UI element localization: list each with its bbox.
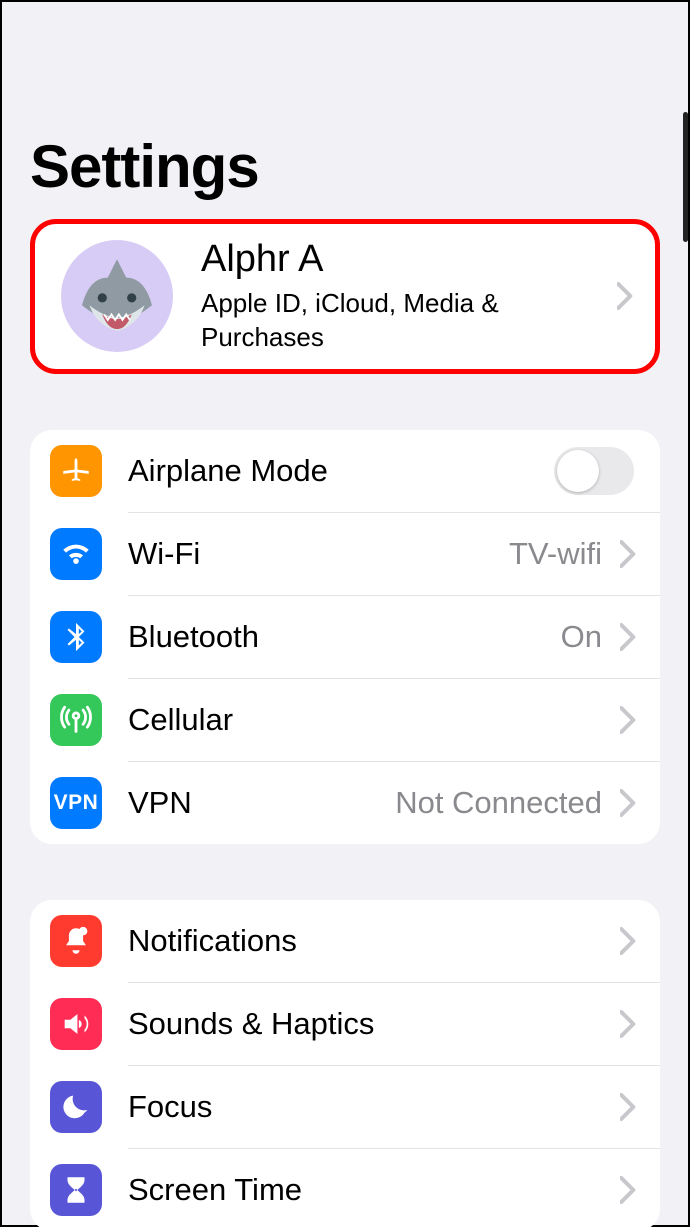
wifi-row[interactable]: Wi-Fi TV-wifi [30,513,660,595]
chevron-right-icon [620,789,636,817]
bluetooth-row[interactable]: Bluetooth On [30,596,660,678]
cellular-row[interactable]: Cellular [30,679,660,761]
airplane-label: Airplane Mode [128,453,554,489]
wifi-icon [50,528,102,580]
hourglass-icon [50,1164,102,1216]
focus-label: Focus [128,1089,616,1125]
bluetooth-icon [50,611,102,663]
bluetooth-value: On [561,619,602,655]
page-title: Settings [30,132,660,201]
account-subtitle: Apple ID, iCloud, Media & Purchases [201,287,501,355]
apple-id-row[interactable]: Alphr A Apple ID, iCloud, Media & Purcha… [30,219,660,374]
speaker-icon [50,998,102,1050]
airplane-toggle[interactable] [554,447,634,495]
chevron-right-icon [620,927,636,955]
chevron-right-icon [620,1176,636,1204]
vpn-icon: VPN [50,777,102,829]
notifications-label: Notifications [128,923,616,959]
sounds-row[interactable]: Sounds & Haptics [30,983,660,1065]
apple-id-text: Alphr A Apple ID, iCloud, Media & Purcha… [201,238,617,355]
wifi-label: Wi-Fi [128,536,509,572]
chevron-right-icon [620,623,636,651]
chevron-right-icon [620,706,636,734]
settings-screen: Settings Alphr A Apple ID, iCloud, Media… [0,0,690,1227]
vpn-value: Not Connected [395,785,602,821]
scroll-indicator[interactable] [683,112,688,242]
avatar [61,240,173,352]
connectivity-group: Airplane Mode Wi-Fi TV-wifi Bluetooth On [30,430,660,844]
wifi-value: TV-wifi [509,536,602,572]
account-name: Alphr A [201,238,617,281]
cellular-icon [50,694,102,746]
focus-row[interactable]: Focus [30,1066,660,1148]
airplane-icon [50,445,102,497]
moon-icon [50,1081,102,1133]
sounds-label: Sounds & Haptics [128,1006,616,1042]
general-group: Notifications Sounds & Haptics Focus Scr… [30,900,660,1227]
vpn-label: VPN [128,785,395,821]
airplane-mode-row[interactable]: Airplane Mode [30,430,660,512]
vpn-icon-text: VPN [54,791,99,815]
screen-time-row[interactable]: Screen Time [30,1149,660,1227]
chevron-right-icon [620,1010,636,1038]
vpn-row[interactable]: VPN VPN Not Connected [30,762,660,844]
bluetooth-label: Bluetooth [128,619,561,655]
shark-icon [71,250,163,342]
chevron-right-icon [620,1093,636,1121]
screen-time-label: Screen Time [128,1172,616,1208]
notifications-row[interactable]: Notifications [30,900,660,982]
cellular-label: Cellular [128,702,616,738]
chevron-right-icon [617,282,633,310]
chevron-right-icon [620,540,636,568]
bell-icon [50,915,102,967]
